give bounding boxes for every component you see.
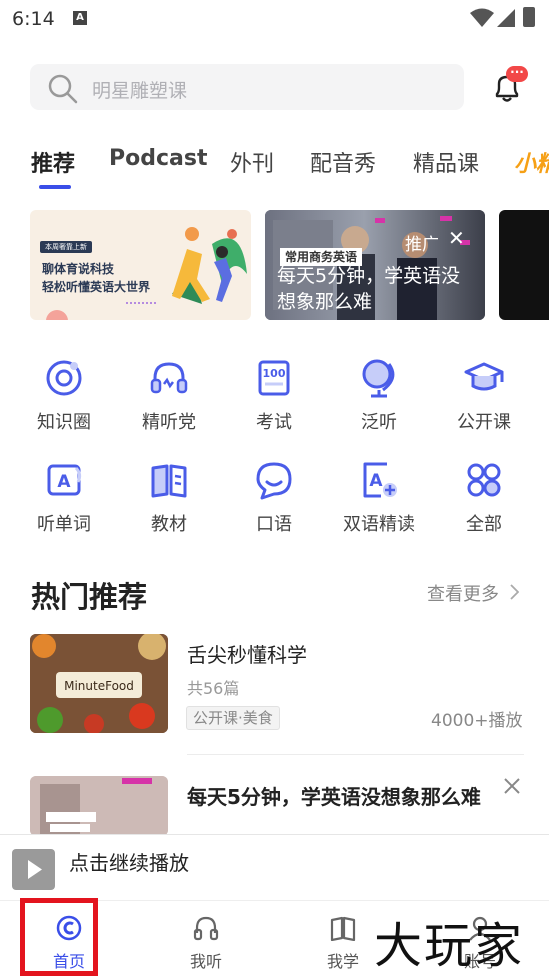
headphones-icon xyxy=(193,916,219,941)
home-highlight-box xyxy=(20,898,98,976)
grid-label: 公开课 xyxy=(457,412,511,433)
list-divider xyxy=(187,754,524,755)
grid-item-exam[interactable]: 100 考试 xyxy=(229,356,319,434)
grid-item-extensive-listening[interactable]: 泛听 xyxy=(334,356,424,434)
watermark-text: 大玩家 xyxy=(374,918,525,974)
tab-dubbing[interactable]: 配音秀 xyxy=(310,146,376,178)
grid-label: 泛听 xyxy=(361,412,397,433)
grid-item-open-course[interactable]: 公开课 xyxy=(439,356,529,434)
banner-business-english[interactable]: 常用商务英语 每天5分钟，学英语没想象那么难 推广 ✕ xyxy=(265,210,485,320)
food-thumbnail-art: MinuteFood xyxy=(30,634,168,733)
tab-magazine[interactable]: 外刊 xyxy=(230,146,274,178)
grid-label: 考试 xyxy=(256,412,292,433)
category-tabs: 推荐 Podcast 外刊 配音秀 精品课 小精 xyxy=(0,140,549,190)
continue-play-bar[interactable]: 点击继续播放 xyxy=(0,834,549,900)
thumb-brand-text: MinuteFood xyxy=(64,679,134,693)
banner-illustration xyxy=(172,227,247,304)
graduation-cap-icon xyxy=(462,356,506,400)
book-icon xyxy=(147,458,191,502)
banner-sports-tech[interactable]: 本周奢靠上新 聊体育说科技 轻松听懂英语大世界 xyxy=(30,210,251,320)
grid-item-all[interactable]: 全部 xyxy=(439,458,529,536)
grid-label: 口语 xyxy=(256,514,292,535)
svg-text:100: 100 xyxy=(263,367,286,380)
open-book-icon xyxy=(330,916,356,942)
course-title[interactable]: 舌尖秒懂科学 xyxy=(187,639,307,668)
grid-label: 知识圈 xyxy=(37,412,91,433)
banner-title: 每天5分钟，学英语没想象那么难 xyxy=(277,265,461,313)
see-more-link[interactable]: 查看更多 xyxy=(427,580,499,606)
grid-item-knowledge-circle[interactable]: 知识圈 xyxy=(19,356,109,434)
tab-active-indicator xyxy=(39,185,71,189)
notification-badge: ··· xyxy=(506,66,528,82)
tab-recommend[interactable]: 推荐 xyxy=(31,146,75,178)
banner-decor xyxy=(46,310,68,320)
grid-label: 精听党 xyxy=(142,412,196,433)
section-title: 热门推荐 xyxy=(31,580,148,614)
notification-bell-button[interactable]: ··· xyxy=(490,66,528,104)
tab-podcast[interactable]: Podcast xyxy=(109,146,207,171)
grid-item-word-listening[interactable]: A 听单词 xyxy=(19,458,109,536)
banner-next-partial[interactable] xyxy=(499,210,549,320)
exam-100-icon: 100 xyxy=(252,356,296,400)
knowledge-circle-icon xyxy=(42,356,86,400)
thumb2-art xyxy=(30,776,168,836)
banner-line1: 聊体育说科技 xyxy=(42,262,115,276)
chevron-right-icon[interactable] xyxy=(509,584,520,604)
grid-label: 双语精读 xyxy=(343,514,415,535)
search-bar[interactable]: 明星雕塑课 xyxy=(30,64,464,110)
nav-listen[interactable]: 我听 xyxy=(171,915,241,972)
grid-label: 教材 xyxy=(151,514,187,535)
headset-icon xyxy=(147,356,191,400)
course-count: 共56篇 xyxy=(187,679,240,698)
continue-play-text: 点击继续播放 xyxy=(69,851,189,875)
ad-tag: 推广 xyxy=(405,235,439,255)
grid-item-speaking[interactable]: 口语 xyxy=(229,458,319,536)
play-icon[interactable] xyxy=(12,849,55,890)
notification-a-icon: A xyxy=(73,11,87,25)
nav-study[interactable]: 我学 xyxy=(308,915,378,972)
banner-wave xyxy=(126,302,156,306)
bilingual-reading-icon: A xyxy=(357,458,401,502)
wifi-icon xyxy=(470,8,494,32)
status-bar: 6:14 A xyxy=(0,0,549,40)
signal-icon xyxy=(496,8,516,32)
grid-item-intensive-listening[interactable]: 精听党 xyxy=(124,356,214,434)
grid-label: 听单词 xyxy=(37,514,91,535)
speech-bubble-icon xyxy=(252,458,296,502)
word-card-icon: A xyxy=(42,458,86,502)
search-placeholder: 明星雕塑课 xyxy=(92,80,188,102)
status-time: 6:14 xyxy=(12,8,55,30)
all-grid-icon xyxy=(462,458,506,502)
globe-icon xyxy=(357,356,401,400)
close-icon[interactable] xyxy=(502,776,522,800)
grid-item-textbook[interactable]: 教材 xyxy=(124,458,214,536)
play-count: 4000+播放 xyxy=(431,711,523,731)
tab-partial[interactable]: 小精 xyxy=(514,146,549,178)
banner-line2: 轻松听懂英语大世界 xyxy=(42,280,151,294)
course-thumbnail[interactable]: MinuteFood xyxy=(30,634,168,733)
search-icon xyxy=(48,74,78,108)
close-icon[interactable]: ✕ xyxy=(448,226,465,250)
grid-item-bilingual-reading[interactable]: A 双语精读 xyxy=(334,458,424,536)
banner-tag: 本周奢靠上新 xyxy=(40,241,92,253)
course-title-2[interactable]: 每天5分钟，学英语没想象那么难 xyxy=(187,781,481,810)
svg-text:A: A xyxy=(369,471,383,491)
grid-label: 全部 xyxy=(466,514,502,535)
course-thumbnail-2[interactable] xyxy=(30,776,168,836)
nav-label: 我学 xyxy=(326,952,359,971)
battery-icon xyxy=(523,7,535,27)
tab-premium-course[interactable]: 精品课 xyxy=(413,146,479,178)
svg-text:A: A xyxy=(57,472,71,492)
course-tag: 公开课·美食 xyxy=(186,706,280,730)
nav-label: 我听 xyxy=(189,952,222,971)
